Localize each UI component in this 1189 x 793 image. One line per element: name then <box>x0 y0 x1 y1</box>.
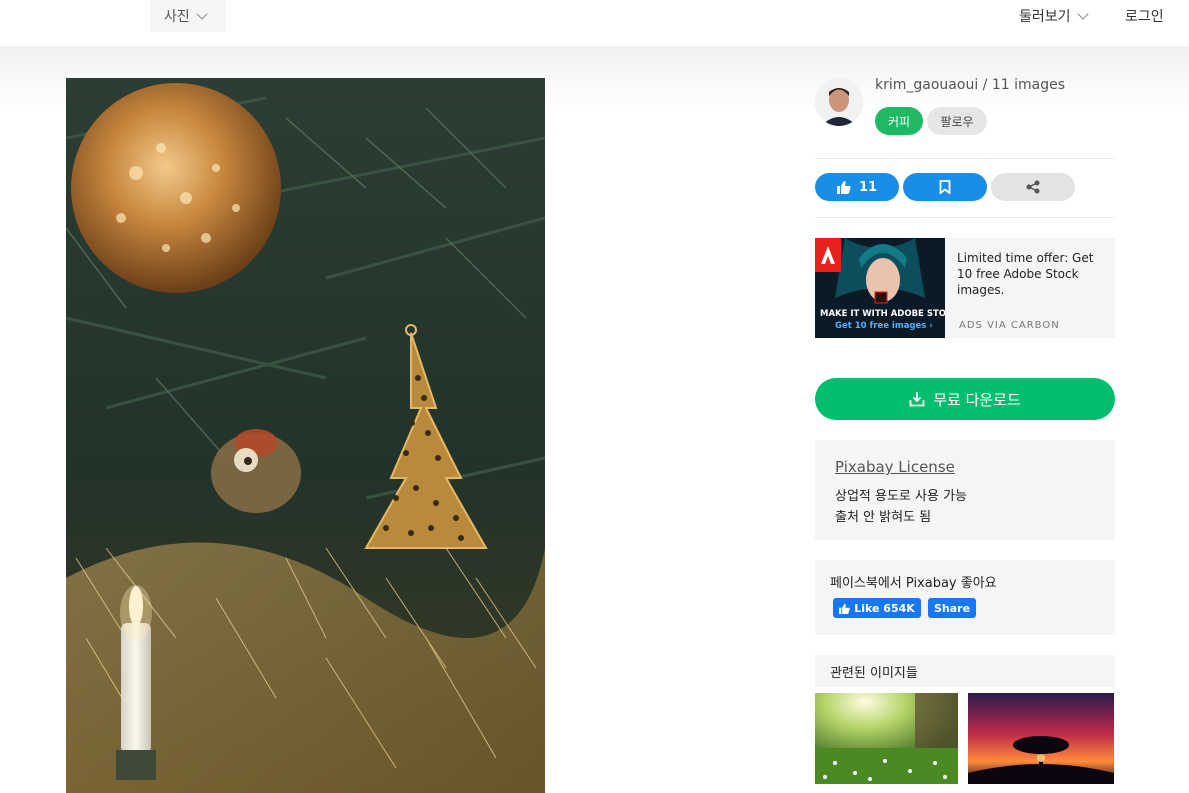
like-button[interactable]: 11 <box>815 173 899 201</box>
thumbs-up-icon <box>839 603 850 614</box>
main-photo[interactable] <box>66 78 545 793</box>
license-box: Pixabay License 상업적 용도로 사용 가능 출처 안 밝혀도 됨 <box>815 440 1115 540</box>
share-button[interactable] <box>991 173 1075 201</box>
ad-image[interactable]: MAKE IT WITH ADOBE STOCK. Get 10 free im… <box>815 238 945 338</box>
facebook-box: 페이스북에서 Pixabay 좋아요 Like 654K Share <box>815 560 1115 635</box>
license-link[interactable]: Pixabay License <box>835 458 955 476</box>
ad-text[interactable]: Limited time offer: Get 10 free Adobe St… <box>957 250 1107 298</box>
bookmark-button[interactable] <box>903 173 987 201</box>
divider <box>815 217 1115 218</box>
related-image[interactable] <box>815 693 958 784</box>
license-attribution-note: 출처 안 밝혀도 됨 <box>835 510 932 525</box>
bookmark-icon <box>939 180 951 194</box>
explore-menu[interactable]: 둘러보기 <box>1019 6 1089 26</box>
chevron-down-icon <box>1076 8 1089 20</box>
free-download-button[interactable]: 무료 다운로드 <box>815 378 1115 420</box>
related-image[interactable] <box>968 693 1114 784</box>
login-link[interactable]: 로그인 <box>1125 6 1164 26</box>
ad-cta-link: Get 10 free images › <box>835 321 933 331</box>
related-images-title: 관련된 이미지들 <box>815 655 1115 687</box>
media-type-label: 사진 <box>164 9 190 25</box>
divider <box>815 158 1115 159</box>
thumbs-up-icon <box>836 181 851 194</box>
download-icon <box>909 392 925 407</box>
follow-button[interactable]: 팔로우 <box>927 107 987 135</box>
scrollbar[interactable] <box>1183 0 1189 46</box>
ad-cta-title: MAKE IT WITH ADOBE STOCK. <box>820 309 945 319</box>
facebook-like-label: Like 654K <box>854 601 915 615</box>
author-avatar[interactable] <box>815 78 863 126</box>
facebook-like-button[interactable]: Like 654K <box>833 598 921 618</box>
chevron-down-icon <box>196 8 208 20</box>
explore-label: 둘러보기 <box>1019 9 1071 25</box>
download-label: 무료 다운로드 <box>933 390 1021 409</box>
ad-via-label[interactable]: ADS VIA CARBON <box>959 320 1060 331</box>
facebook-share-button[interactable]: Share <box>928 598 976 618</box>
share-icon <box>1026 180 1040 194</box>
facebook-title: 페이스북에서 Pixabay 좋아요 <box>830 576 997 591</box>
carbon-ad[interactable]: MAKE IT WITH ADOBE STOCK. Get 10 free im… <box>815 238 1115 338</box>
like-count: 11 <box>858 179 878 195</box>
media-type-select[interactable]: 사진 <box>150 0 226 32</box>
license-commercial-note: 상업적 용도로 사용 가능 <box>835 489 967 504</box>
author-name[interactable]: krim_gaouaoui / 11 images <box>875 77 1065 93</box>
top-bar: 사진 둘러보기 로그인 <box>0 0 1189 46</box>
coffee-button[interactable]: 커피 <box>875 107 923 135</box>
